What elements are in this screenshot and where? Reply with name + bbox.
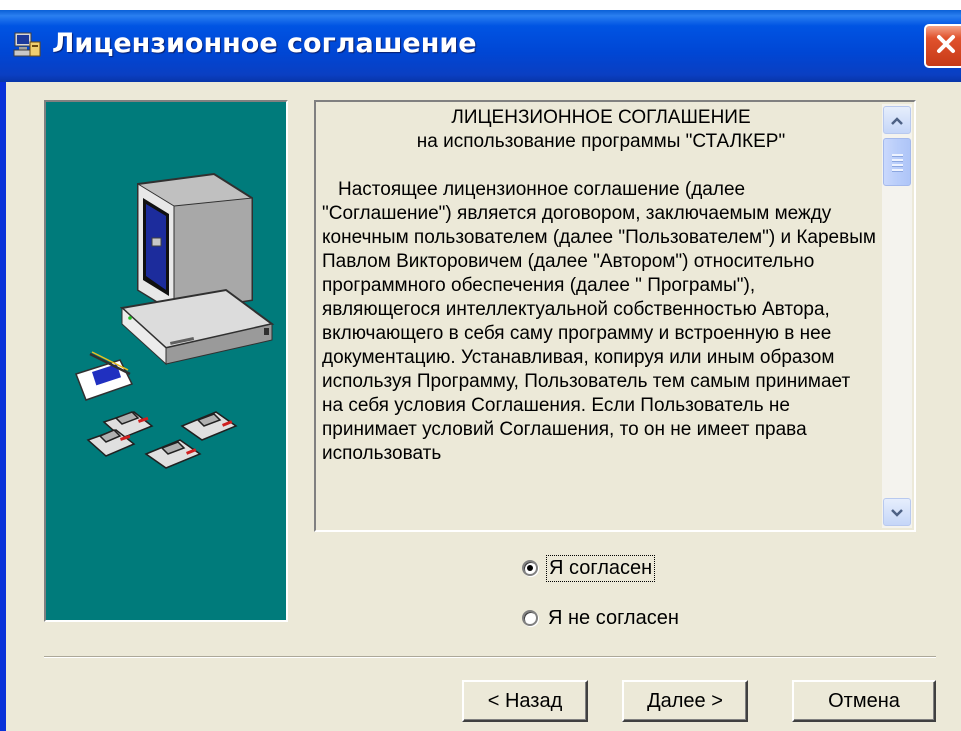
disagree-radio[interactable] (522, 610, 538, 626)
license-body: Настоящее лицензионное соглашение (далее… (322, 179, 876, 464)
license-scrollbar[interactable] (882, 104, 912, 528)
license-textbox[interactable]: ЛИЦЕНЗИОННОЕ СОГЛАШЕНИЕ на использование… (314, 100, 916, 532)
license-subheading: на использование программы "СТАЛКЕР" (416, 131, 786, 152)
scroll-up-button[interactable] (883, 106, 911, 134)
back-button[interactable]: < Назад (462, 680, 588, 722)
separator (44, 656, 936, 658)
license-heading: ЛИЦЕНЗИОННОЕ СОГЛАШЕНИЕ (451, 107, 751, 128)
installer-window: Лицензионное соглашение ЛИЦЕНЗИОННОЕ СОГ… (0, 10, 961, 731)
next-button[interactable]: Далее > (622, 680, 748, 722)
agree-label[interactable]: Я согласен (545, 554, 656, 582)
cancel-button[interactable]: Отмена (792, 680, 936, 722)
agree-option[interactable]: Я согласен (522, 554, 656, 582)
dialog-client-area: ЛИЦЕНЗИОННОЕ СОГЛАШЕНИЕ на использование… (6, 82, 961, 731)
wizard-illustration (44, 100, 288, 622)
chevron-down-icon (890, 503, 904, 522)
chevron-up-icon (890, 111, 904, 130)
computer-illustration (75, 172, 275, 469)
disagree-option[interactable]: Я не согласен (522, 604, 679, 632)
disagree-label[interactable]: Я не согласен (548, 607, 679, 630)
scroll-down-button[interactable] (883, 498, 911, 526)
license-text-area: ЛИЦЕНЗИОННОЕ СОГЛАШЕНИЕ на использование… (318, 104, 880, 528)
close-button[interactable] (924, 24, 961, 68)
scroll-thumb[interactable] (883, 138, 911, 186)
agree-radio[interactable] (522, 560, 538, 576)
title-bar[interactable]: Лицензионное соглашение (0, 10, 961, 82)
installer-icon (12, 30, 42, 60)
window-title: Лицензионное соглашение (52, 28, 477, 59)
close-icon (934, 32, 958, 60)
